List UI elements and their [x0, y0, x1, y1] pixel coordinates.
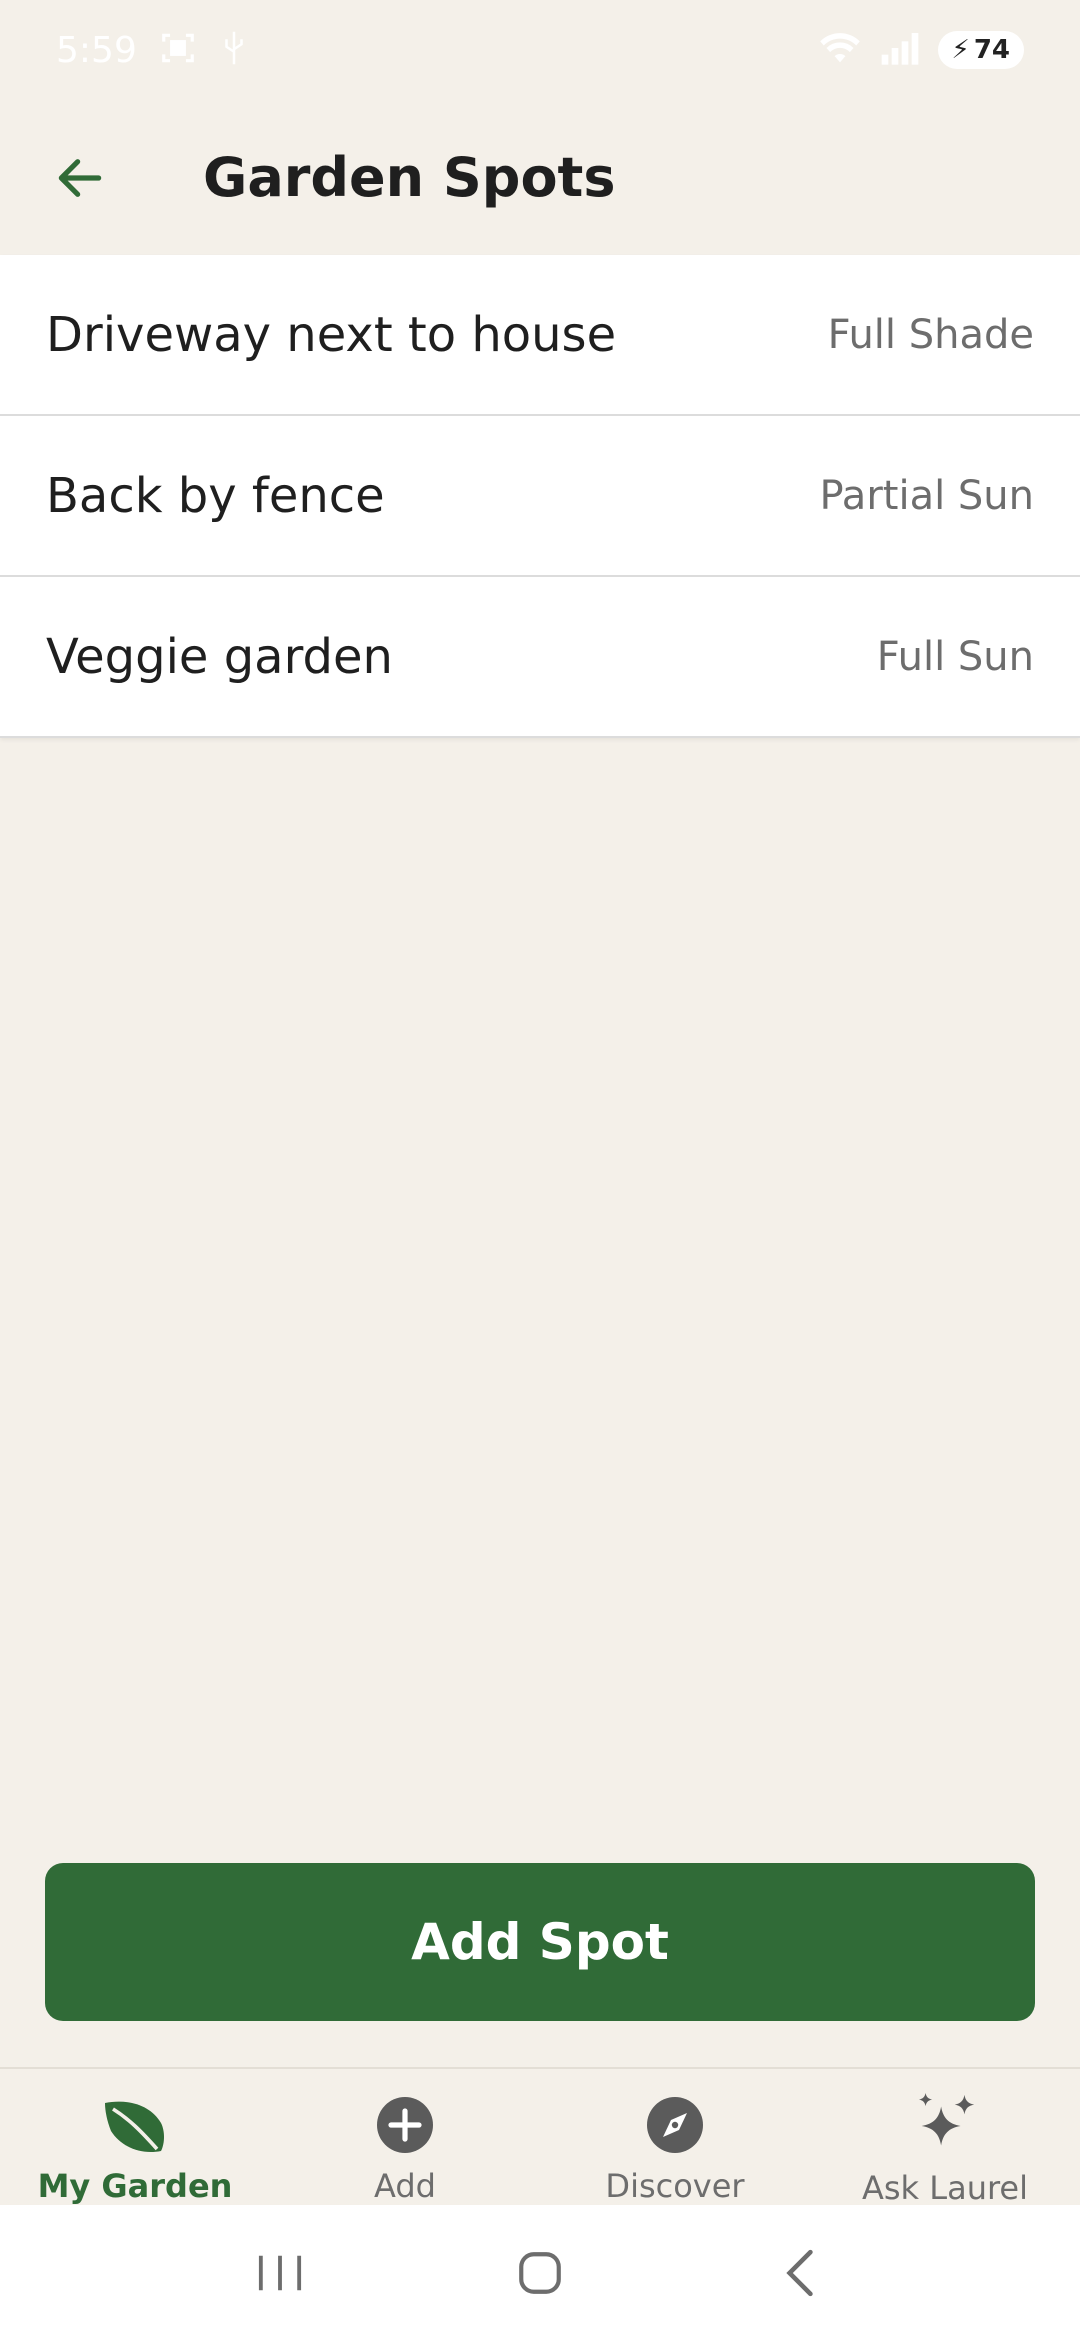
recent-apps-button[interactable]: [220, 2223, 340, 2323]
chevron-left-icon: [786, 2249, 813, 2296]
home-icon: [519, 2251, 561, 2294]
arrow-left-icon: [58, 158, 102, 197]
spot-row-2[interactable]: Veggie garden Full Sun: [0, 577, 1080, 738]
back-button[interactable]: [25, 123, 135, 233]
screen: 5:59 ⚡ 74 Garden Spots Driveway next to …: [0, 0, 1080, 2340]
status-bar: 5:59 ⚡ 74: [0, 0, 1080, 100]
system-back-button[interactable]: [740, 2223, 860, 2323]
plus-circle-icon: [370, 2091, 440, 2159]
battery-level: 74: [973, 35, 1010, 65]
bottom-nav: My Garden Add Discover Ask Laurel: [0, 2067, 1080, 2207]
compass-icon: [640, 2091, 710, 2159]
system-nav-bar: [0, 2205, 1080, 2340]
status-left: 5:59: [56, 29, 249, 71]
nav-label: My Garden: [37, 2167, 233, 2205]
home-button[interactable]: [480, 2223, 600, 2323]
spot-list: Driveway next to house Full Shade Back b…: [0, 255, 1080, 738]
bolt-icon: ⚡: [951, 35, 970, 65]
nav-item-discover[interactable]: Discover: [540, 2069, 810, 2205]
nav-item-my-garden[interactable]: My Garden: [0, 2069, 270, 2205]
page-title: Garden Spots: [203, 146, 616, 209]
leaf-icon: [100, 2091, 170, 2159]
status-time: 5:59: [56, 29, 137, 71]
spot-name: Veggie garden: [46, 628, 393, 685]
nav-item-ask-laurel[interactable]: Ask Laurel: [810, 2069, 1080, 2207]
nav-label: Ask Laurel: [861, 2169, 1028, 2207]
signal-icon: [880, 30, 920, 70]
usb-icon: [219, 29, 249, 71]
sparkle-icon: [910, 2091, 980, 2161]
nav-label: Add: [374, 2167, 436, 2205]
spot-name: Driveway next to house: [46, 306, 617, 363]
screenshot-icon: [159, 29, 197, 71]
nav-label: Discover: [605, 2167, 745, 2205]
recent-apps-icon: [258, 2255, 302, 2290]
spot-sun-level: Full Shade: [827, 311, 1034, 358]
status-right: ⚡ 74: [818, 30, 1024, 70]
wifi-icon: [818, 30, 862, 70]
spot-row-1[interactable]: Back by fence Partial Sun: [0, 416, 1080, 577]
app-bar: Garden Spots: [0, 100, 1080, 255]
battery-indicator: ⚡ 74: [937, 31, 1024, 69]
spot-row-0[interactable]: Driveway next to house Full Shade: [0, 255, 1080, 416]
spot-sun-level: Partial Sun: [819, 472, 1034, 519]
spot-sun-level: Full Sun: [876, 633, 1034, 680]
nav-item-add[interactable]: Add: [270, 2069, 540, 2205]
add-spot-button[interactable]: Add Spot: [45, 1863, 1035, 2021]
spot-name: Back by fence: [46, 467, 385, 524]
